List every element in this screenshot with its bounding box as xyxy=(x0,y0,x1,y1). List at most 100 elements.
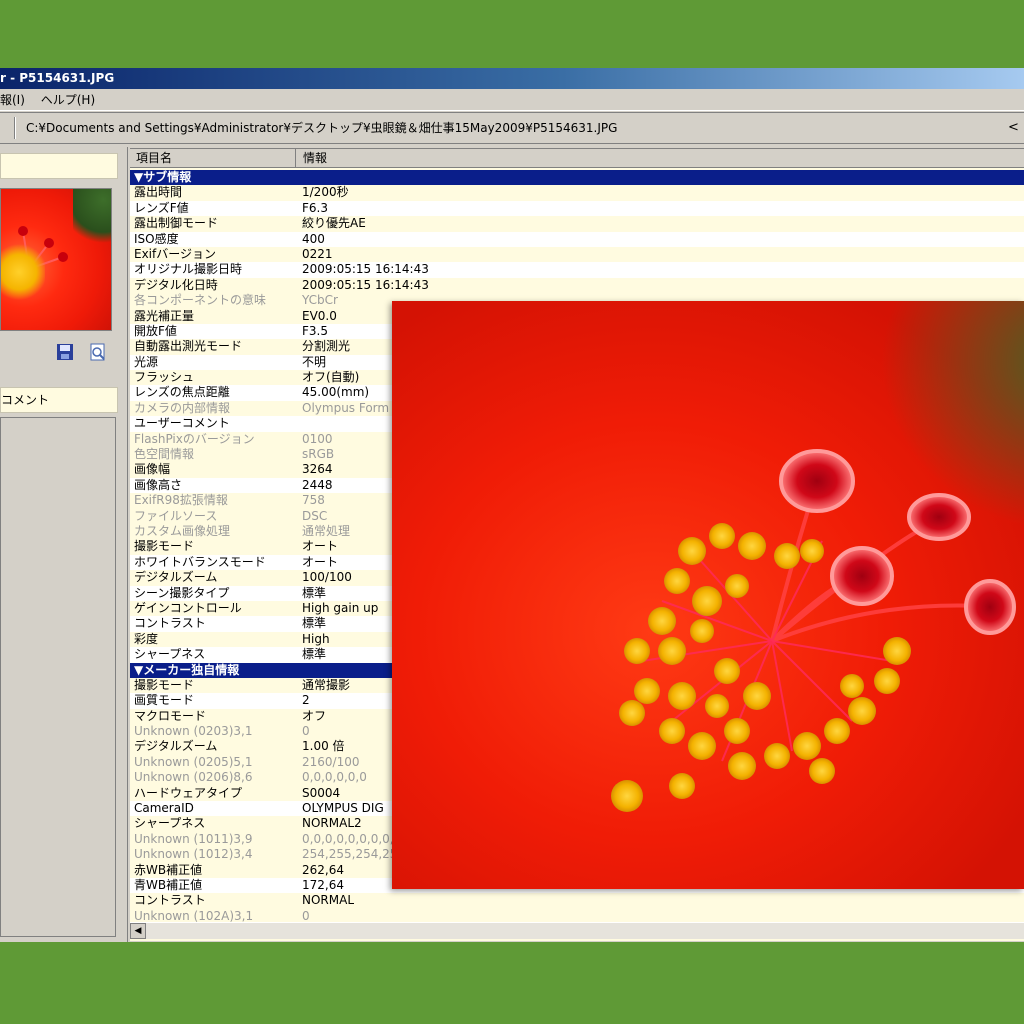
row-info-value: S0004 xyxy=(302,785,341,800)
menu-help[interactable]: ヘルプ(H) xyxy=(35,89,101,111)
row-info-value: 2160/100 xyxy=(302,754,360,769)
row-item-name: ISO感度 xyxy=(134,231,179,246)
nav-back-button[interactable]: < xyxy=(1008,113,1019,143)
row-info-value: 2448 xyxy=(302,477,333,492)
row-item-name: 開放F値 xyxy=(134,323,177,338)
row-info-value: YCbCr xyxy=(302,293,338,308)
row-info-value: 0 xyxy=(302,724,310,739)
row-info-value: EV0.0 xyxy=(302,308,337,323)
row-item-name: フラッシュ xyxy=(134,370,195,385)
save-icon[interactable] xyxy=(56,343,74,361)
row-item-name: 赤WB補正値 xyxy=(134,862,203,877)
row-info-value: 262,64 xyxy=(302,862,344,877)
row-item-name: 色空間情報 xyxy=(134,447,195,462)
row-item-name: オリジナル撮影日時 xyxy=(134,262,243,277)
row-info-value: 45.00(mm) xyxy=(302,385,370,400)
comment-box[interactable] xyxy=(0,417,116,937)
file-path: C:¥Documents and Settings¥Administrator¥… xyxy=(26,121,618,135)
row-item-name: レンズの焦点距離 xyxy=(134,385,230,400)
row-item-name: ユーザーコメント xyxy=(134,416,230,431)
row-info-value: 758 xyxy=(302,493,325,508)
thumbnail-image[interactable] xyxy=(0,188,112,331)
row-info-value: 400 xyxy=(302,231,325,246)
row-info-value: NORMAL xyxy=(302,893,355,908)
row-info-value: 通常処理 xyxy=(302,523,351,538)
export-icon[interactable] xyxy=(89,343,107,361)
table-row[interactable]: デジタル化日時 2009:05:15 16:14:43 xyxy=(130,278,1024,293)
row-item-name: 画像幅 xyxy=(134,462,171,477)
row-info-value: sRGB xyxy=(302,447,335,462)
row-item-name: FlashPixのバージョン xyxy=(134,431,255,446)
horizontal-scrollbar[interactable]: ◀ xyxy=(130,922,1024,939)
row-item-name: ▼メーカー独自情報 xyxy=(134,662,240,677)
title-bar[interactable]: r - P5154631.JPG xyxy=(0,68,1024,89)
column-item-name[interactable]: 項目名 xyxy=(130,149,296,168)
table-row[interactable]: 露出時間 1/200秒 xyxy=(130,185,1024,200)
row-item-name: 彩度 xyxy=(134,631,159,646)
row-item-name: デジタル化日時 xyxy=(134,277,218,292)
table-row[interactable]: 露出制御モード 絞り優先AE xyxy=(130,216,1024,231)
row-item-name: マクロモード xyxy=(134,708,207,723)
menu-bar: 報(I) ヘルプ(H) xyxy=(0,89,1024,111)
table-row[interactable]: ISO感度 400 xyxy=(130,231,1024,247)
row-info-value: 分割測光 xyxy=(302,339,351,354)
row-info-value: Olympus Form xyxy=(302,400,390,415)
row-info-value: 通常撮影 xyxy=(302,677,351,692)
table-row[interactable]: レンズF値 F6.3 xyxy=(130,200,1024,217)
row-info-value: オフ xyxy=(302,708,327,723)
thumbnail-header xyxy=(0,153,118,179)
row-item-name: Unknown (0206)8,6 xyxy=(134,770,253,785)
column-info[interactable]: 情報 xyxy=(297,149,497,168)
row-item-name: 撮影モード xyxy=(134,539,195,554)
row-item-name: 画質モード xyxy=(134,693,195,708)
row-item-name: カメラの内部情報 xyxy=(134,400,231,415)
row-item-name: 撮影モード xyxy=(134,677,195,692)
row-info-value: オフ(自動) xyxy=(302,370,360,385)
thumbnail-pollen xyxy=(1,243,45,301)
row-info-value: 254,255,254,255 xyxy=(302,847,406,862)
row-info-value: DSC xyxy=(302,508,328,523)
row-info-value: オート xyxy=(302,539,339,554)
section-header-row[interactable]: ▼サブ情報 xyxy=(130,170,1024,186)
row-item-name: シャープネス xyxy=(134,816,206,831)
table-row[interactable]: コントラスト NORMAL xyxy=(130,893,1024,908)
row-info-value: High xyxy=(302,631,330,646)
table-row[interactable]: オリジナル撮影日時 2009:05:15 16:14:43 xyxy=(130,262,1024,278)
menu-info[interactable]: 報(I) xyxy=(0,89,31,111)
photo-preview[interactable] xyxy=(392,301,1024,889)
row-item-name: Unknown (1012)3,4 xyxy=(134,847,253,862)
row-info-value: オート xyxy=(302,554,339,569)
row-item-name: 画像高さ xyxy=(134,477,183,492)
row-info-value: NORMAL2 xyxy=(302,816,362,831)
row-info-value: 0100 xyxy=(302,431,333,446)
column-header: 項目名 情報 xyxy=(130,149,1024,168)
row-info-value: F3.5 xyxy=(302,323,328,338)
row-info-value: 0221 xyxy=(302,246,333,261)
row-item-name: ホワイトバランスモード xyxy=(134,554,266,569)
row-item-name: Unknown (1011)3,9 xyxy=(134,831,253,846)
row-item-name: デジタルズーム xyxy=(134,570,218,585)
row-item-name: レンズF値 xyxy=(134,200,189,215)
row-item-name: シーン撮影タイプ xyxy=(134,585,230,600)
row-item-name: Unknown (0203)3,1 xyxy=(134,724,253,739)
row-info-value: 2 xyxy=(302,693,310,708)
row-item-name: Exifバージョン xyxy=(134,246,217,261)
splitter[interactable] xyxy=(120,147,128,942)
table-row[interactable]: Exifバージョン 0221 xyxy=(130,247,1024,262)
row-info-value: 0,0,0,0,0,0,0,0,0 xyxy=(302,831,402,846)
left-panel: コメント xyxy=(0,147,120,942)
row-item-name: ▼サブ情報 xyxy=(134,170,192,184)
path-bar: C:¥Documents and Settings¥Administrator¥… xyxy=(0,112,1024,144)
row-item-name: ゲインコントロール xyxy=(134,600,242,615)
row-info-value: 1.00 倍 xyxy=(302,739,345,754)
row-item-name: 露出時間 xyxy=(134,185,183,200)
row-info-value: 0,0,0,0,0,0 xyxy=(302,770,367,785)
comment-header: コメント xyxy=(0,387,118,413)
row-info-value: 172,64 xyxy=(302,877,344,892)
row-item-name: コントラスト xyxy=(134,893,206,908)
row-info-value: 標準 xyxy=(302,585,327,600)
scroll-left-arrow[interactable]: ◀ xyxy=(130,923,146,939)
row-item-name: 自動露出測光モード xyxy=(134,339,243,354)
row-info-value: 2009:05:15 16:14:43 xyxy=(302,277,429,292)
row-info-value: 標準 xyxy=(302,647,327,662)
